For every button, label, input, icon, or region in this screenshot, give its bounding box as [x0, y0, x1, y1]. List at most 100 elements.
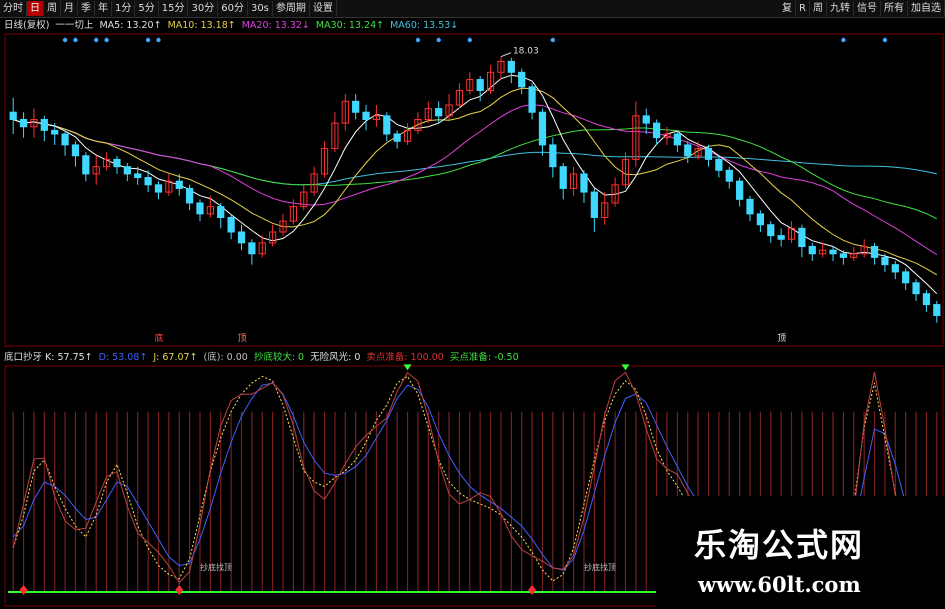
candle-body [756, 213, 765, 226]
candle-body [528, 86, 536, 113]
candle-body [123, 166, 131, 175]
watermark-title: 乐淘公式网 [694, 526, 865, 564]
candle-body [217, 206, 225, 218]
signal-marker-label: 顶 [777, 333, 786, 344]
signal-dot [62, 37, 68, 43]
candle [507, 57, 515, 84]
candle-body [715, 158, 723, 171]
signal-dot [156, 37, 161, 43]
candle-body [113, 158, 121, 168]
candle-body [912, 282, 920, 295]
candle [549, 137, 557, 178]
bottom-diamond-icon [528, 585, 537, 595]
legend-item: (底): 0.00 [203, 352, 248, 363]
candle-body [154, 184, 163, 193]
candle-body [549, 144, 557, 168]
candle [113, 155, 121, 174]
signal-dot [415, 37, 421, 43]
candle [30, 108, 38, 138]
candle-body [642, 115, 650, 124]
candle [912, 279, 920, 301]
candle [19, 112, 28, 138]
candle [902, 268, 910, 291]
legend-item: 卖点准备: 100.00 [366, 352, 444, 363]
candle-body [362, 111, 370, 120]
candle [870, 242, 879, 265]
price-frame [4, 33, 944, 347]
candle-body [227, 216, 235, 233]
candle-body [652, 122, 661, 139]
candle [673, 130, 681, 153]
candle [9, 97, 17, 134]
candle [383, 112, 391, 142]
candle-body [237, 231, 246, 244]
candle-body [51, 129, 59, 135]
candle [92, 155, 100, 185]
candle [860, 239, 868, 258]
candle [403, 123, 412, 145]
signal-dot [436, 37, 441, 43]
candle-body [870, 246, 879, 258]
candle-body [704, 148, 713, 160]
max-price-label: 18.03 [513, 47, 539, 57]
candle-body [185, 187, 194, 204]
signal-dot [550, 37, 556, 43]
candle-body [933, 304, 941, 316]
candle-body [383, 115, 391, 135]
watermark-url: www.60lt.com [698, 572, 861, 597]
candle [808, 242, 816, 262]
candle-body [902, 271, 910, 284]
candle [538, 108, 547, 156]
candle [518, 68, 526, 95]
candle-body [922, 293, 931, 306]
candle [424, 101, 432, 124]
candle-body [175, 180, 183, 189]
dip-label: 抄底找顶 [584, 562, 616, 572]
candle [61, 130, 69, 156]
candle-body [746, 198, 754, 215]
candle-body [829, 249, 837, 255]
candle [123, 163, 131, 182]
candle-body [673, 133, 681, 146]
candle-body [767, 224, 775, 237]
candle [455, 83, 464, 109]
candle-body [9, 111, 17, 120]
legend-item: J: 67.07↑ [153, 352, 198, 363]
candle [362, 104, 370, 131]
candle [787, 221, 796, 243]
candle [704, 144, 713, 167]
ma5-line [13, 74, 938, 295]
candle [331, 112, 339, 153]
candle [850, 246, 858, 262]
candle-body [40, 118, 48, 131]
candle [559, 163, 567, 200]
candle-body [134, 173, 142, 179]
candle [922, 290, 931, 312]
candle [611, 177, 619, 207]
candle [352, 94, 360, 120]
candle [466, 72, 474, 95]
candle [393, 130, 401, 149]
candle [341, 94, 349, 131]
legend-item: 底口抄牙 K: 57.75↑ [4, 352, 93, 363]
candle-body [590, 191, 598, 218]
candle [725, 166, 733, 189]
candle [736, 177, 744, 207]
watermark: 乐淘公式网 www.60lt.com [656, 496, 945, 609]
candle [569, 166, 578, 196]
candle [933, 300, 941, 323]
candle-body [393, 133, 401, 142]
candle-body [518, 71, 526, 88]
candle [684, 141, 692, 164]
signal-dot [882, 37, 888, 43]
signal-dot [104, 37, 109, 43]
candle [621, 152, 630, 189]
signal-marker-label: 底 [154, 332, 163, 344]
candle-body [144, 177, 152, 186]
candle [746, 195, 754, 222]
candle [652, 119, 661, 145]
candle [196, 199, 204, 222]
max-price-leader [500, 52, 512, 58]
candle [590, 188, 598, 232]
candle [642, 108, 650, 134]
